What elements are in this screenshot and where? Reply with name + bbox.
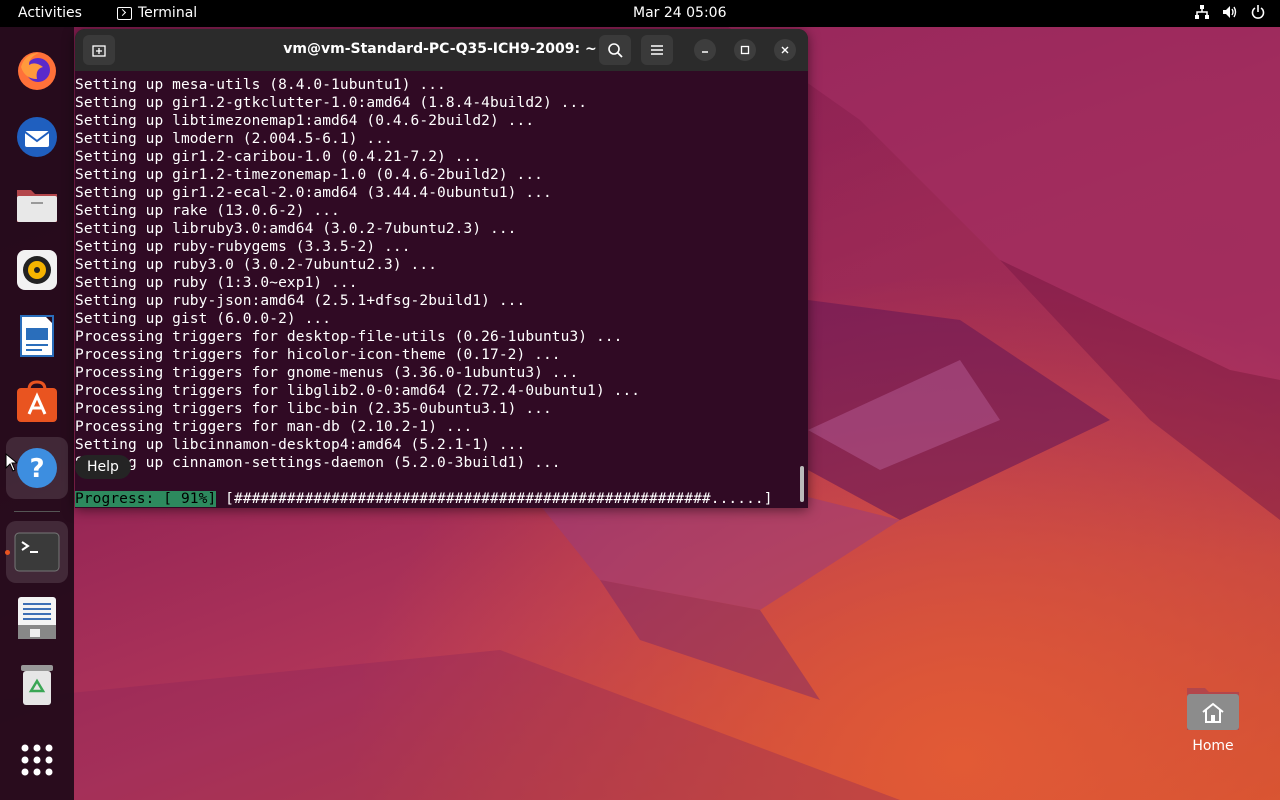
hamburger-menu-icon <box>651 45 663 55</box>
dock-separator <box>14 511 60 512</box>
maximize-icon <box>740 45 750 55</box>
terminal-line: Setting up ruby-json:amd64 (2.5.1+dfsg-2… <box>75 293 526 309</box>
terminal-scrollbar[interactable] <box>800 466 804 502</box>
dock: ? <box>0 27 74 800</box>
terminal-title: vm@vm-Standard-PC-Q35-ICH9-2009: ~ <box>283 41 597 57</box>
dock-firefox[interactable] <box>6 40 68 102</box>
terminal-line: Setting up ruby3.0 (3.0.2-7ubuntu2.3) ..… <box>75 257 438 273</box>
terminal-lines: Setting up mesa-utils (8.4.0-1ubuntu1) .… <box>75 76 640 472</box>
terminal-line: Processing triggers for libc-bin (2.35-0… <box>75 401 552 417</box>
network-icon <box>1195 5 1209 19</box>
mouse-cursor-icon <box>5 453 17 472</box>
search-icon <box>608 43 623 58</box>
progress-bar-text: [#######################################… <box>216 491 773 507</box>
power-icon <box>1251 5 1265 19</box>
terminal-window[interactable]: vm@vm-Standard-PC-Q35-ICH9-2009: ~ Setti… <box>75 29 808 508</box>
volume-icon <box>1223 6 1237 18</box>
terminal-output[interactable]: Setting up mesa-utils (8.4.0-1ubuntu1) .… <box>75 71 795 508</box>
home-label: Home <box>1192 738 1234 754</box>
terminal-line: Setting up lmodern (2.004.5-6.1) ... <box>75 131 393 147</box>
menu-button[interactable] <box>641 35 673 65</box>
progress-label: Progress: [ 91%] <box>75 491 217 507</box>
files-icon <box>17 190 57 222</box>
terminal-line: Setting up libtimezonemap1:amd64 (0.4.6-… <box>75 113 535 129</box>
dock-writer[interactable] <box>6 305 68 367</box>
home-folder-icon <box>1185 684 1241 732</box>
close-button[interactable] <box>774 39 796 61</box>
activities-button[interactable]: Activities <box>18 5 82 21</box>
search-button[interactable] <box>599 35 631 65</box>
new-tab-icon <box>92 45 106 57</box>
terminal-line: Setting up libruby3.0:amd64 (3.0.2-7ubun… <box>75 221 517 237</box>
dock-rhythmbox[interactable] <box>6 239 68 301</box>
writer-icon <box>20 315 54 357</box>
close-icon <box>781 46 789 54</box>
rhythmbox-icon <box>17 250 57 290</box>
dock-app-center[interactable] <box>6 371 68 433</box>
terminal-line: Processing triggers for desktop-file-uti… <box>75 329 623 345</box>
apps-grid-icon <box>21 744 53 776</box>
top-bar: Activities Terminal Mar 24 05:06 <box>0 0 1280 27</box>
terminal-line: Setting up mesa-utils (8.4.0-1ubuntu1) .… <box>75 77 446 93</box>
terminal-line: Setting up gir1.2-ecal-2.0:amd64 (3.44.4… <box>75 185 552 201</box>
terminal-small-icon <box>117 6 132 20</box>
apt-progress-row: Progress: [ 91%] [######################… <box>75 490 773 508</box>
terminal-line: Processing triggers for man-db (2.10.2-1… <box>75 419 473 435</box>
terminal-line: Setting up libcinnamon-desktop4:amd64 (5… <box>75 437 526 453</box>
dock-show-apps[interactable] <box>6 729 68 791</box>
dock-text-editor[interactable] <box>6 587 68 649</box>
text-editor-icon <box>18 597 56 639</box>
dock-trash[interactable] <box>6 653 68 715</box>
terminal-line: Setting up gir1.2-gtkclutter-1.0:amd64 (… <box>75 95 588 111</box>
dock-files[interactable] <box>6 173 68 235</box>
terminal-running-indicator <box>5 550 10 555</box>
terminal-line: Setting up ruby (1:3.0~exp1) ... <box>75 275 358 291</box>
minimize-icon <box>702 51 708 53</box>
terminal-line: Processing triggers for hicolor-icon-the… <box>75 347 561 363</box>
terminal-line: Setting up gir1.2-timezonemap-1.0 (0.4.6… <box>75 167 543 183</box>
terminal-headerbar[interactable]: vm@vm-Standard-PC-Q35-ICH9-2009: ~ <box>75 29 808 71</box>
terminal-line: Setting up cinnamon-settings-daemon (5.2… <box>75 455 561 471</box>
terminal-line: Setting up gist (6.0.0-2) ... <box>75 311 332 327</box>
app-menu-label: Terminal <box>138 5 198 21</box>
new-tab-button[interactable] <box>83 35 115 65</box>
terminal-line: Setting up ruby-rubygems (3.3.5-2) ... <box>75 239 411 255</box>
dock-terminal[interactable] <box>6 521 68 583</box>
system-status-area[interactable] <box>1194 4 1266 20</box>
thunderbird-icon <box>17 117 57 157</box>
trash-icon <box>21 665 53 705</box>
app-center-icon <box>17 380 57 422</box>
clock[interactable]: Mar 24 05:06 <box>633 5 726 21</box>
minimize-button[interactable] <box>694 39 716 61</box>
maximize-button[interactable] <box>734 39 756 61</box>
firefox-icon <box>18 52 56 90</box>
svg-text:?: ? <box>29 454 44 484</box>
terminal-icon <box>14 532 60 572</box>
terminal-line: Setting up rake (13.0.6-2) ... <box>75 203 340 219</box>
dock-thunderbird[interactable] <box>6 106 68 168</box>
desktop-home-icon[interactable]: Home <box>1180 684 1246 754</box>
terminal-line: Processing triggers for libglib2.0-0:amd… <box>75 383 641 399</box>
terminal-line: Processing triggers for gnome-menus (3.3… <box>75 365 579 381</box>
help-tooltip: Help <box>75 455 131 479</box>
app-menu[interactable]: Terminal <box>117 5 197 21</box>
terminal-line: Setting up gir1.2-caribou-1.0 (0.4.21-7.… <box>75 149 482 165</box>
help-icon: ? <box>17 448 57 488</box>
